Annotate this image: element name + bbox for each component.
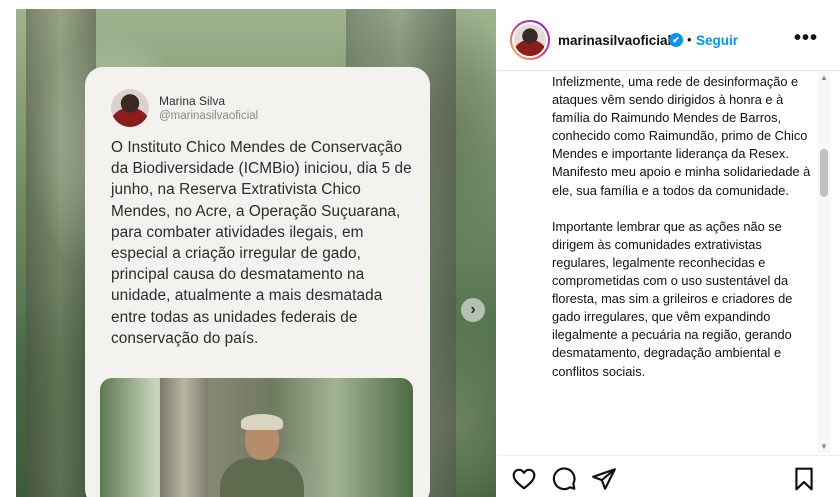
- comment-icon[interactable]: [551, 466, 577, 492]
- post-media: Marina Silva @marinasilvaoficial O Insti…: [16, 9, 496, 497]
- share-icon[interactable]: [591, 466, 617, 492]
- verified-badge-icon: ✔: [669, 33, 683, 47]
- bookmark-icon[interactable]: [791, 466, 817, 492]
- caption-scrollbar[interactable]: ▲ ▼: [818, 71, 830, 453]
- photo-person-cap: [241, 414, 283, 430]
- card-photo: [100, 378, 413, 497]
- photo-tree: [160, 378, 208, 497]
- caption-paragraph: Infelizmente, uma rede de desinformação …: [552, 74, 808, 162]
- follow-button[interactable]: Seguir: [696, 33, 738, 48]
- quote-card: Marina Silva @marinasilvaoficial O Insti…: [85, 67, 430, 497]
- photo-person-body: [220, 458, 304, 497]
- separator-dot: •: [687, 32, 692, 47]
- post-actions: [497, 455, 840, 497]
- more-options-icon[interactable]: •••: [794, 27, 818, 50]
- caption-paragraph: Importante lembrar que as ações não se d…: [552, 218, 793, 379]
- card-author-name: Marina Silva: [159, 94, 226, 108]
- card-avatar: [111, 89, 149, 127]
- post-details-panel: marinasilvaoficial ✔ • Seguir ••• Infeli…: [497, 9, 840, 497]
- card-author: Marina Silva @marinasilvaoficial: [111, 89, 258, 127]
- caption-paragraph: Manifesto meu apoio e minha solidariedad…: [552, 164, 811, 198]
- post-header: marinasilvaoficial ✔ • Seguir •••: [497, 9, 840, 71]
- card-author-handle: @marinasilvaoficial: [159, 110, 259, 122]
- card-text: O Instituto Chico Mendes de Conservação …: [111, 139, 412, 347]
- scrollbar-thumb[interactable]: [820, 149, 828, 197]
- post-caption: Infelizmente, uma rede de desinformação …: [552, 73, 812, 381]
- avatar-image: [512, 22, 548, 58]
- author-avatar[interactable]: [510, 20, 550, 60]
- scroll-down-icon[interactable]: ▼: [820, 442, 828, 451]
- author-username[interactable]: marinasilvaoficial: [558, 33, 671, 48]
- next-slide-button[interactable]: ›: [461, 298, 485, 322]
- heart-icon[interactable]: [511, 466, 537, 492]
- scroll-up-icon[interactable]: ▲: [820, 73, 828, 82]
